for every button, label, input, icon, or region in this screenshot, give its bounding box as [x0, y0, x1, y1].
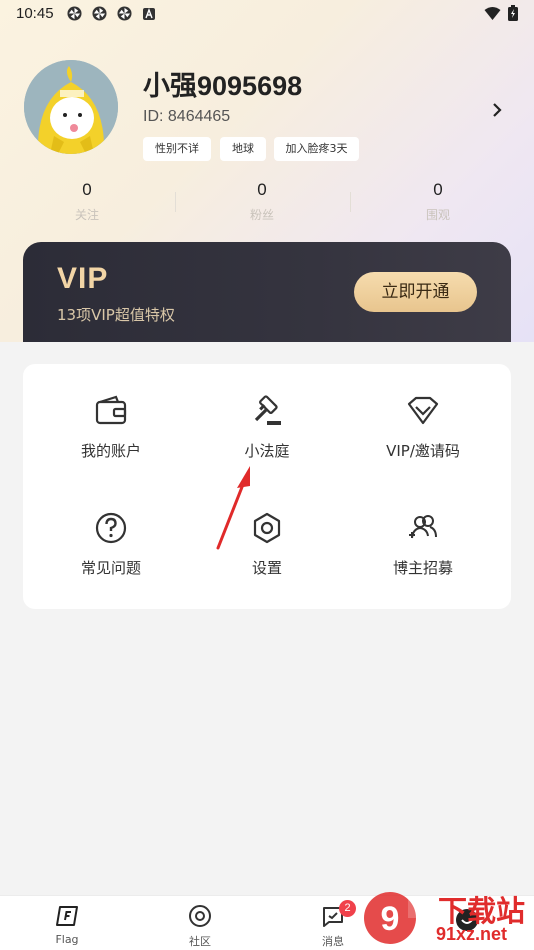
- users-add-icon: [409, 515, 437, 539]
- nav-community-label: 社区: [189, 935, 211, 948]
- nav-flag[interactable]: Flag: [27, 896, 107, 950]
- stat-fans-value: 0: [257, 180, 267, 199]
- tag-location: 地球: [220, 137, 266, 161]
- menu-card: 我的账户 小法庭 VIP/邀请码 常见问题 设置 博主招募: [23, 364, 511, 609]
- avatar[interactable]: [24, 60, 118, 154]
- menu-item-court-label: 小法庭: [244, 442, 290, 460]
- gavel-icon: [254, 395, 281, 425]
- menu-item-account[interactable]: 我的账户: [36, 394, 186, 494]
- tag-joined: 加入脸疼3天: [274, 137, 359, 161]
- username: 小强9095698: [143, 71, 303, 101]
- status-bar: 10:45: [0, 0, 534, 28]
- vip-subtitle: 13项VIP超值特权: [57, 306, 175, 324]
- pinwheel-icon: [67, 6, 82, 21]
- menu-item-faq[interactable]: 常见问题: [36, 511, 186, 611]
- chevron-right-icon[interactable]: [490, 100, 504, 120]
- tag-gender: 性别不详: [143, 137, 211, 161]
- menu-item-vip-invite[interactable]: VIP/邀请码: [348, 394, 498, 494]
- stat-watching-label: 围观: [425, 208, 450, 222]
- menu-item-account-label: 我的账户: [80, 442, 141, 460]
- diamond-icon: [407, 396, 439, 425]
- menu-item-settings-label: 设置: [251, 559, 282, 577]
- message-badge: 2: [339, 900, 356, 917]
- avatar-yellow-raincoat-image: [24, 60, 118, 154]
- stat-following-value: 0: [82, 180, 92, 199]
- stat-fans-label: 粉丝: [249, 208, 274, 222]
- vip-open-button[interactable]: 立即开通: [354, 272, 477, 312]
- status-time: 10:45: [16, 5, 54, 22]
- menu-item-vip-invite-label: VIP/邀请码: [386, 442, 460, 460]
- menu-item-blogger-recruit[interactable]: 博主招募: [348, 511, 498, 611]
- a-badge-icon: [143, 8, 155, 20]
- watermark-bottom-text: 91xz.net: [436, 924, 508, 944]
- stat-fans[interactable]: 0 粉丝: [207, 180, 317, 223]
- stat-following[interactable]: 0 关注: [32, 180, 142, 223]
- battery-icon: [508, 5, 518, 21]
- pinwheel-icon: [92, 6, 107, 21]
- stat-following-label: 关注: [74, 208, 99, 222]
- community-target-icon: [189, 905, 211, 927]
- stat-watching[interactable]: 0 围观: [383, 180, 493, 223]
- stat-divider: [175, 192, 176, 212]
- annotation-arrow: [216, 466, 250, 550]
- menu-item-faq-label: 常见问题: [80, 559, 141, 577]
- wifi-icon: [484, 7, 501, 20]
- stat-divider: [350, 192, 351, 212]
- stat-watching-value: 0: [433, 180, 443, 199]
- vip-title: VIP: [57, 262, 109, 295]
- nav-community[interactable]: 社区: [160, 896, 240, 950]
- svg-text:9: 9: [381, 900, 400, 938]
- vip-banner[interactable]: VIP 13项VIP超值特权 立即开通: [23, 242, 511, 342]
- wallet-icon: [95, 395, 127, 425]
- flag-f-icon: [56, 906, 78, 926]
- nav-flag-label: Flag: [55, 933, 79, 946]
- user-id: ID: 8464465: [143, 108, 231, 125]
- menu-item-blogger-recruit-label: 博主招募: [392, 559, 453, 577]
- pinwheel-icon: [117, 6, 132, 21]
- question-icon: [95, 512, 127, 544]
